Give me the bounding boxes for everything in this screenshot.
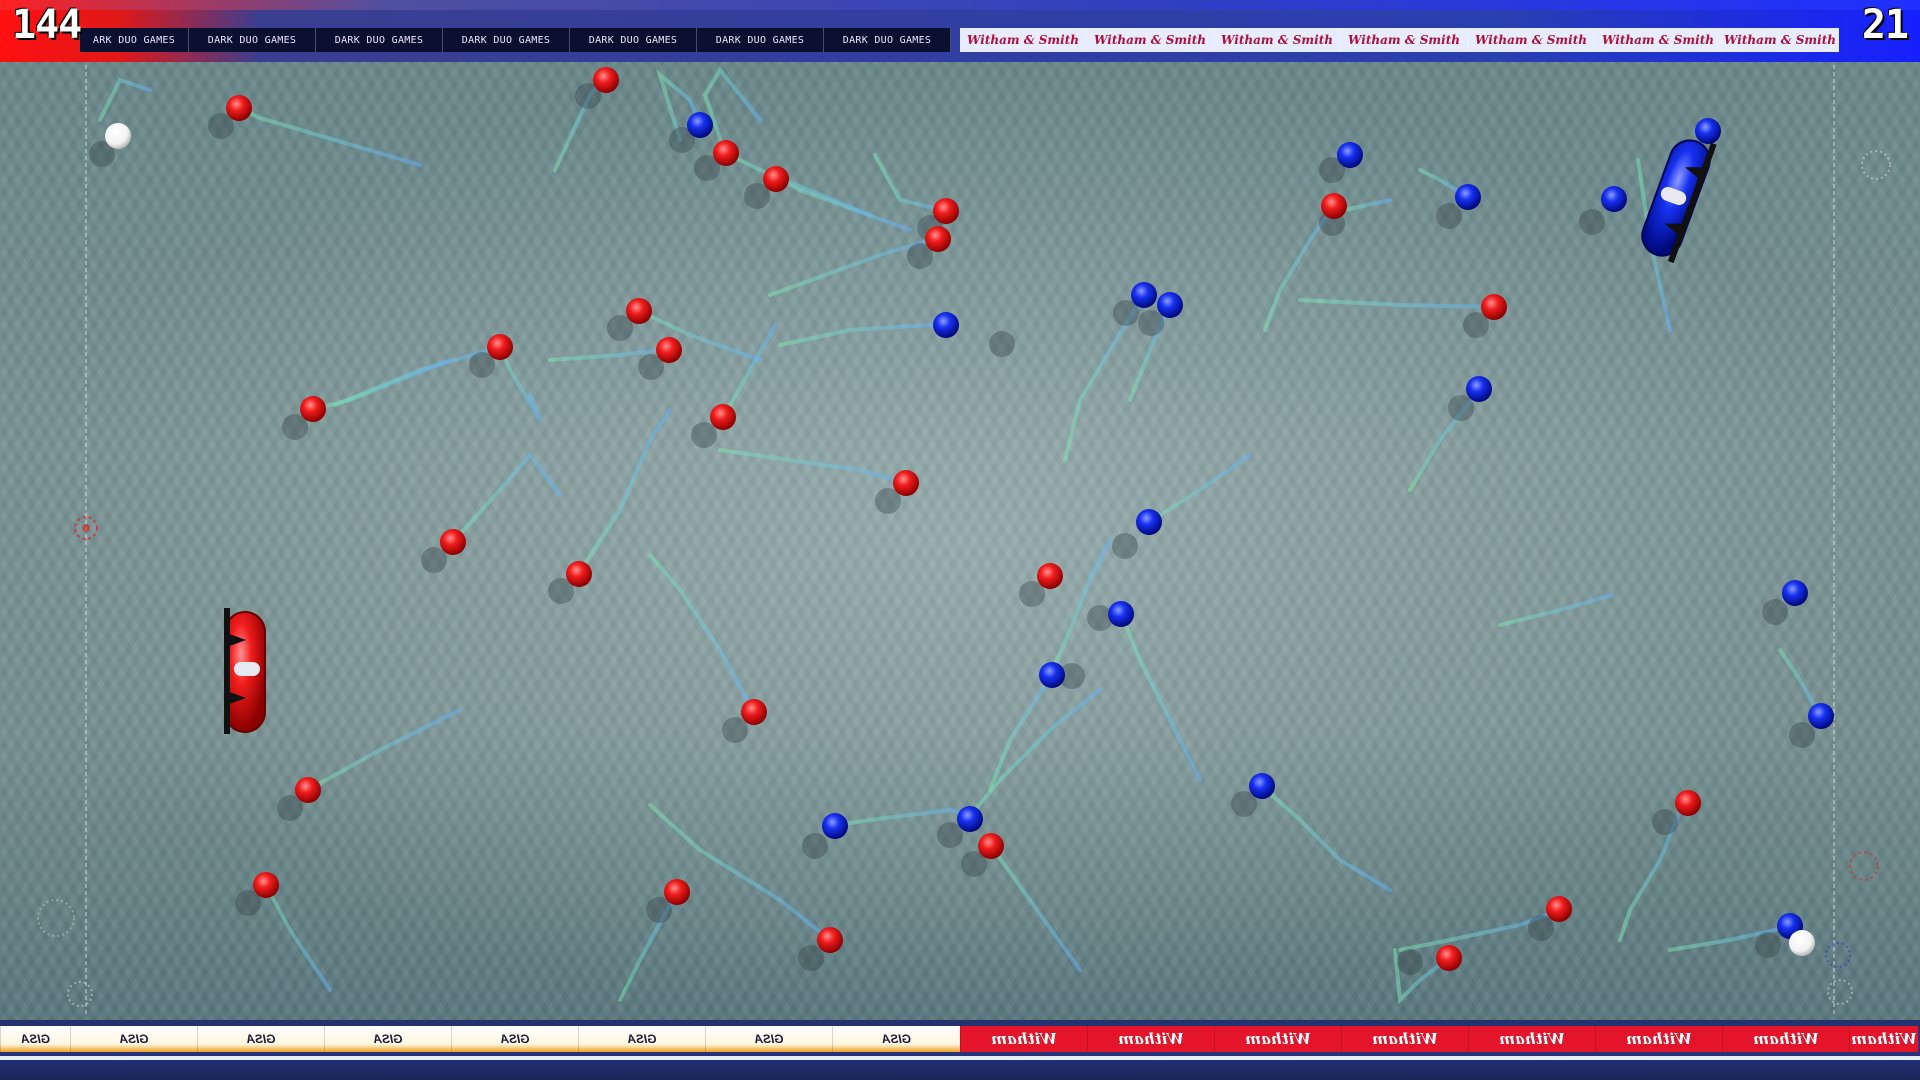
ad-board-witham-smith: Witham & Smith	[1341, 28, 1468, 52]
red-ball	[566, 561, 592, 587]
red-ball	[295, 777, 321, 803]
ad-board-gisa: GISA	[451, 1026, 578, 1052]
red-ball	[664, 879, 690, 905]
spawn-marker-white	[1861, 150, 1891, 180]
red-ball	[440, 529, 466, 555]
red-ball	[1037, 563, 1063, 589]
blue-team-score: 21	[1861, 2, 1909, 48]
blue-ball	[1466, 376, 1492, 402]
top-hud-strip	[0, 0, 1920, 10]
ad-board-witham: Witham	[1849, 1026, 1918, 1052]
bottom-stripe	[0, 1056, 1920, 1060]
white-ball	[1789, 930, 1815, 956]
spawn-marker-white	[67, 981, 93, 1007]
red-ball	[925, 226, 951, 252]
red-ball	[626, 298, 652, 324]
red-ball	[1546, 896, 1572, 922]
ad-board-gisa: GISA	[705, 1026, 832, 1052]
ad-board-gisa: GISA	[197, 1026, 324, 1052]
blue-ball	[822, 813, 848, 839]
ad-board-dark-duo-games: DARK DUO GAMES	[697, 28, 824, 52]
motion-trails	[98, 66, 1823, 1005]
blue-ball	[1039, 662, 1065, 688]
blue-ball	[933, 312, 959, 338]
ad-board-witham: Witham	[1214, 1026, 1341, 1052]
spawn-marker-white	[1827, 979, 1853, 1005]
red-ball	[817, 927, 843, 953]
blue-ball	[1695, 118, 1721, 144]
ad-board-witham-smith: Witham & Smith	[960, 28, 1087, 52]
blue-ball	[1249, 773, 1275, 799]
ad-board-witham-smith: Witham & Smith	[1468, 28, 1595, 52]
ad-board-dark-duo-games: DARK DUO GAMES	[316, 28, 443, 52]
red-team-balls	[226, 67, 1701, 971]
red-ball	[226, 95, 252, 121]
red-player-paddle	[224, 608, 266, 734]
ad-board-dark-duo-games: DARK DUO GAMES	[189, 28, 316, 52]
red-ball	[656, 337, 682, 363]
red-ball	[710, 404, 736, 430]
top-ad-boards-right: Witham & Smith Witham & Smith Witham & S…	[960, 28, 1839, 52]
ad-board-witham-smith: Witham & Smith	[1722, 28, 1839, 52]
ad-board-dark-duo-games: DARK DUO GAMES	[443, 28, 570, 52]
spawn-marker-red-right	[1849, 851, 1879, 881]
blue-ball	[1157, 292, 1183, 318]
blue-ball	[1601, 186, 1627, 212]
red-ball	[978, 833, 1004, 859]
red-ball	[1675, 790, 1701, 816]
red-ball	[487, 334, 513, 360]
red-ball	[300, 396, 326, 422]
game-arena	[0, 62, 1920, 1020]
ad-board-witham-smith: Witham & Smith	[1087, 28, 1214, 52]
ad-board-witham-smith: Witham & Smith	[1595, 28, 1722, 52]
ad-board-dark-duo-games: DARK DUO GAMES	[824, 28, 951, 52]
white-ball	[105, 123, 131, 149]
top-ad-boards-left: ARK DUO GAMES DARK DUO GAMES DARK DUO GA…	[80, 28, 951, 52]
ad-board-witham-smith: Witham & Smith	[1214, 28, 1341, 52]
red-ball	[1481, 294, 1507, 320]
red-ball	[1321, 193, 1347, 219]
ad-board-gisa: GISA	[832, 1026, 960, 1052]
red-ball	[893, 470, 919, 496]
red-team-score: 144	[12, 2, 82, 48]
ad-board-witham: Witham	[1468, 1026, 1595, 1052]
spawn-marker-white	[37, 899, 75, 937]
red-ball	[763, 166, 789, 192]
blue-ball	[1782, 580, 1808, 606]
blue-ball	[1136, 509, 1162, 535]
blue-ball	[957, 806, 983, 832]
red-ball	[713, 140, 739, 166]
ad-board-witham: Witham	[1087, 1026, 1214, 1052]
ad-board-dark-duo-games: ARK DUO GAMES	[80, 28, 189, 52]
ad-board-dark-duo-games: DARK DUO GAMES	[570, 28, 697, 52]
red-ball	[741, 699, 767, 725]
ad-board-gisa: GISA	[324, 1026, 451, 1052]
spawn-marker-blue	[1825, 942, 1851, 968]
ad-board-gisa: GISA	[0, 1026, 70, 1052]
bottom-ad-boards: GISA GISA GISA GISA GISA GISA GISA GISA …	[0, 1026, 1920, 1052]
red-ball	[1436, 945, 1462, 971]
ad-board-gisa: GISA	[578, 1026, 705, 1052]
blue-ball	[1108, 601, 1134, 627]
red-ball	[253, 872, 279, 898]
blue-ball	[1808, 703, 1834, 729]
blue-ball	[1455, 184, 1481, 210]
red-ball	[933, 198, 959, 224]
ad-board-witham: Witham	[960, 1026, 1087, 1052]
ad-board-witham: Witham	[1722, 1026, 1849, 1052]
arena-scene	[37, 65, 1891, 1015]
ad-board-gisa: GISA	[70, 1026, 197, 1052]
blue-ball	[687, 112, 713, 138]
blue-ball	[1337, 142, 1363, 168]
ad-board-witham: Witham	[1595, 1026, 1722, 1052]
red-ball	[593, 67, 619, 93]
blue-player-paddle	[1641, 139, 1717, 264]
blue-ball	[1131, 282, 1157, 308]
ad-board-witham: Witham	[1341, 1026, 1468, 1052]
